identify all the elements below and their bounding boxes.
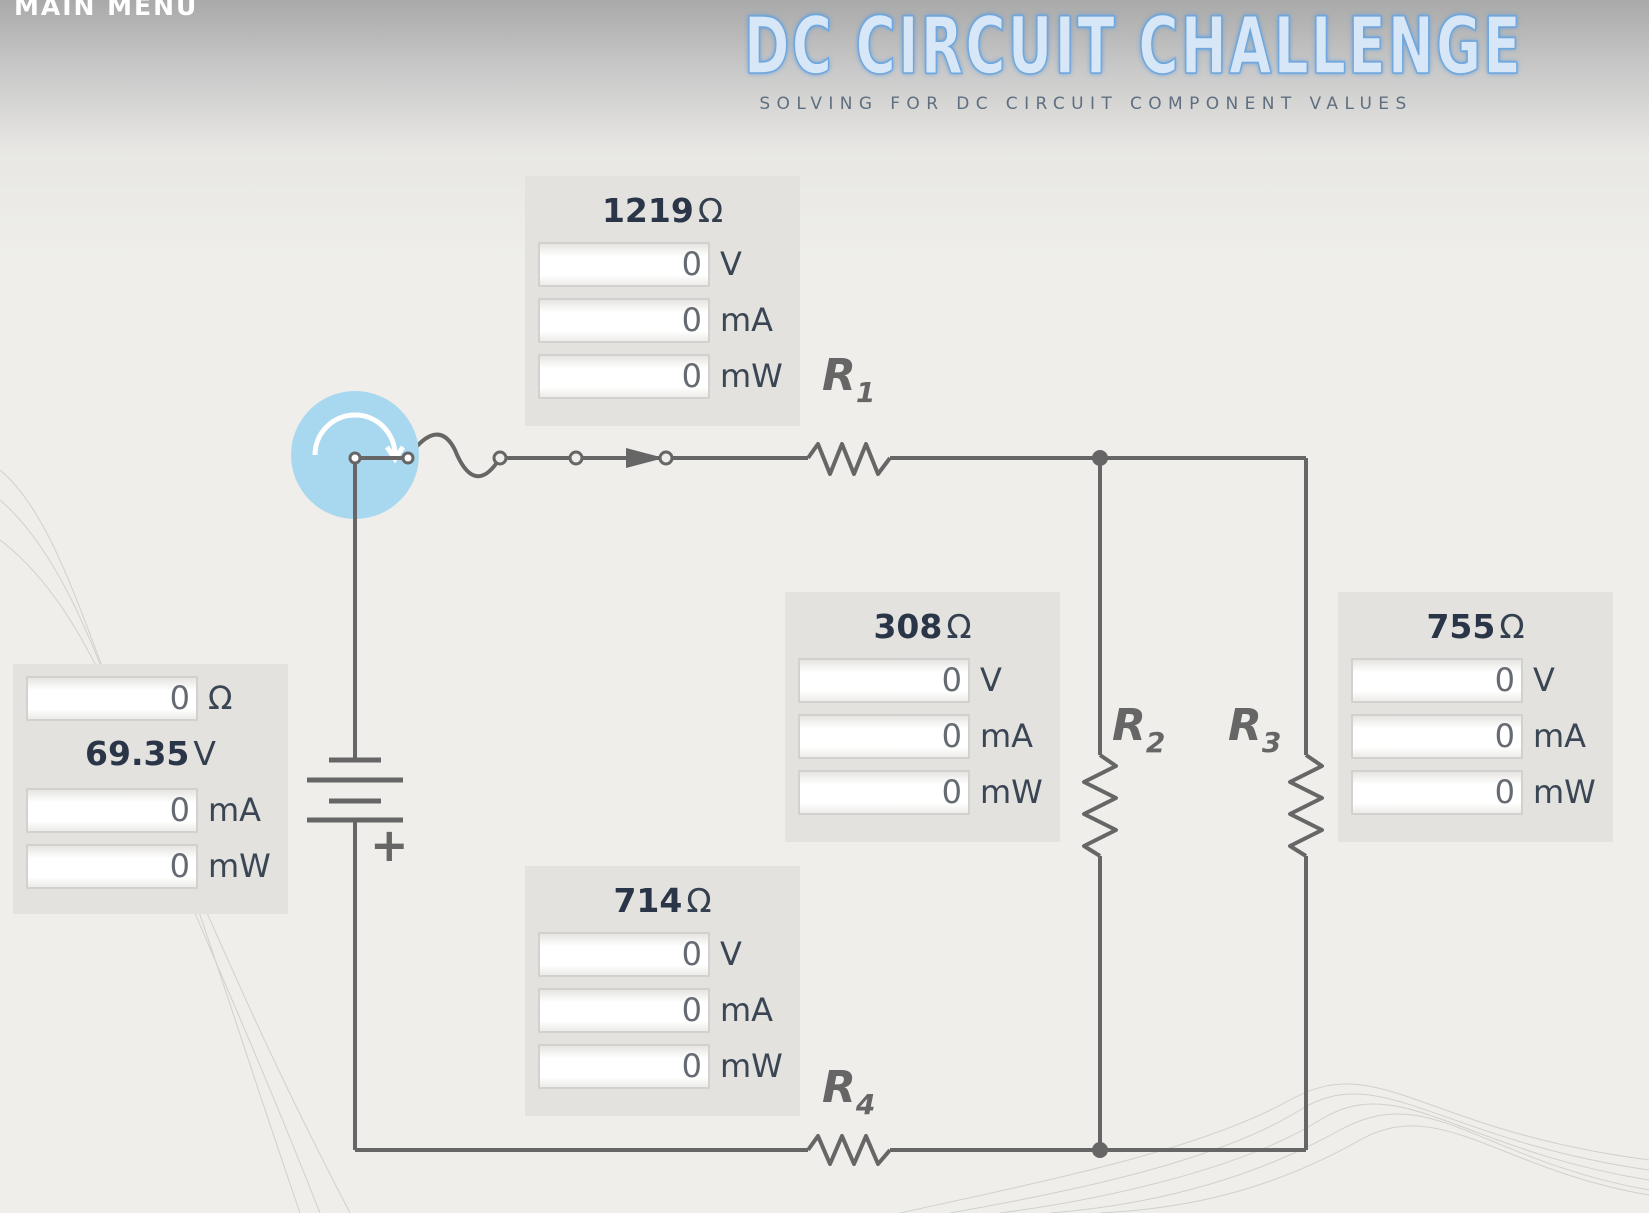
resistor-r2 bbox=[1082, 753, 1118, 858]
resistor-r3 bbox=[1288, 753, 1324, 858]
r3-resistance: 755 Ω bbox=[1426, 607, 1525, 646]
r3-current-unit: mA bbox=[1533, 717, 1587, 755]
rotate-switch-icon bbox=[312, 412, 415, 519]
r4-power-input[interactable] bbox=[538, 1043, 710, 1089]
r2-power-unit: mW bbox=[980, 773, 1043, 811]
r3-current-input[interactable] bbox=[1351, 713, 1523, 759]
diode-arrow bbox=[626, 448, 664, 468]
r3-panel: 755Ω V mA mW bbox=[1338, 592, 1613, 842]
r1-resistance: 1219 Ω bbox=[601, 191, 724, 230]
r4-voltage-unit: V bbox=[720, 935, 742, 973]
r2-label: R2 bbox=[1112, 700, 1166, 759]
switch-knob[interactable] bbox=[291, 391, 419, 519]
battery-plus-label: + bbox=[370, 818, 409, 872]
r1-panel: 1219Ω V mA mW bbox=[525, 176, 800, 426]
contact-dot bbox=[492, 450, 508, 466]
battery-symbol bbox=[307, 757, 403, 823]
r1-current-input[interactable] bbox=[538, 297, 710, 343]
r3-power-input[interactable] bbox=[1351, 769, 1523, 815]
r3-voltage-input[interactable] bbox=[1351, 657, 1523, 703]
r4-voltage-input[interactable] bbox=[538, 931, 710, 977]
resistor-r4 bbox=[806, 1134, 892, 1166]
wire-top-left bbox=[406, 432, 502, 479]
r1-power-unit: mW bbox=[720, 357, 783, 395]
r1-voltage-input[interactable] bbox=[538, 241, 710, 287]
junction-dot bbox=[1092, 450, 1108, 466]
r1-voltage-unit: V bbox=[720, 245, 742, 283]
r4-current-input[interactable] bbox=[538, 987, 710, 1033]
r4-resistance: 714 Ω bbox=[613, 881, 712, 920]
r2-resistance: 308 Ω bbox=[873, 607, 972, 646]
r2-voltage-unit: V bbox=[980, 661, 1002, 699]
r4-current-unit: mA bbox=[720, 991, 774, 1029]
r3-label: R3 bbox=[1228, 700, 1282, 759]
r4-panel: 714Ω V mA mW bbox=[525, 866, 800, 1116]
source-current-unit: mA bbox=[208, 791, 262, 829]
r3-voltage-unit: V bbox=[1533, 661, 1555, 699]
r2-power-input[interactable] bbox=[798, 769, 970, 815]
source-resistance-input[interactable] bbox=[26, 675, 198, 721]
r2-panel: 308Ω V mA mW bbox=[785, 592, 1060, 842]
r1-power-input[interactable] bbox=[538, 353, 710, 399]
r1-label: R1 bbox=[822, 350, 876, 409]
r2-current-input[interactable] bbox=[798, 713, 970, 759]
r4-label: R4 bbox=[822, 1062, 876, 1121]
r3-power-unit: mW bbox=[1533, 773, 1596, 811]
contact-dot bbox=[568, 450, 584, 466]
source-power-input[interactable] bbox=[26, 843, 198, 889]
source-resistance-unit: Ω bbox=[208, 679, 233, 717]
source-panel: Ω 69.35V mA mW bbox=[13, 664, 288, 914]
r2-voltage-input[interactable] bbox=[798, 657, 970, 703]
r1-current-unit: mA bbox=[720, 301, 774, 339]
r2-current-unit: mA bbox=[980, 717, 1034, 755]
source-current-input[interactable] bbox=[26, 787, 198, 833]
contact-dot bbox=[658, 450, 674, 466]
resistor-r1 bbox=[806, 442, 892, 476]
source-power-unit: mW bbox=[208, 847, 271, 885]
junction-dot bbox=[1092, 1142, 1108, 1158]
r4-power-unit: mW bbox=[720, 1047, 783, 1085]
source-voltage: 69.35 V bbox=[85, 734, 216, 773]
